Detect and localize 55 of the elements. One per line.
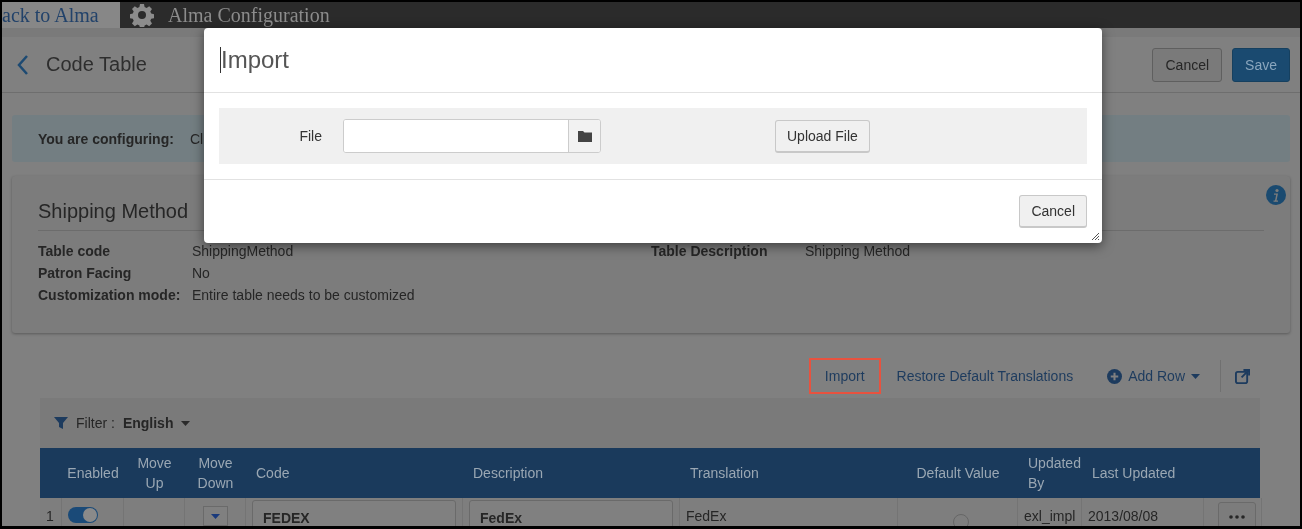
filter-icon[interactable] [54,416,68,430]
column-header: Description [472,464,545,483]
folder-icon [577,130,592,142]
column-header: Updated By [1027,454,1082,493]
file-field[interactable] [343,119,601,153]
field-value: Shipping Method [805,243,912,259]
table-cell: FedEx [686,508,727,524]
field-value: No [192,265,211,281]
column-header: Code [255,464,291,483]
ellipsis-icon [1229,515,1245,519]
field-label: Patron Facing [38,265,133,281]
table-cell: 2013/08/08 [1088,508,1159,524]
column-header: Default Value [915,464,1001,483]
column-header: Translation [689,464,760,483]
toolbar-link[interactable]: Restore Default Translations [880,358,1090,394]
cancel-button[interactable]: Cancel [1152,47,1223,82]
row-number: 1 [40,498,62,526]
add-row-button[interactable]: Add Row [1089,360,1221,392]
back-icon[interactable] [16,53,30,76]
more-button[interactable] [1218,502,1256,526]
move-down-button[interactable] [203,506,228,526]
caret-icon[interactable] [181,420,191,426]
code-field[interactable]: FEDEX [252,500,456,526]
column-header: Enabled [66,464,120,483]
banner-value: Cl [190,130,204,147]
column-header: Move Down [196,454,235,493]
field-label: Table Description [651,243,769,259]
description-field[interactable]: FedEx [469,500,673,526]
caret-icon [211,513,220,519]
cancel-button[interactable]: Cancel [1019,195,1087,228]
field-value: ShippingMethod [192,243,295,259]
banner-label: You are configuring: [38,130,175,147]
column-header: Last Updated [1091,464,1177,483]
save-button[interactable]: Save [1232,47,1290,82]
plus-icon [1107,368,1123,384]
upload-file-button[interactable]: Upload File [775,119,870,153]
resize-grip-icon[interactable] [1091,232,1099,240]
field-value: Entire table needs to be customized [192,287,416,303]
caret-icon [1191,373,1200,379]
table-cell: exl_impl [1024,508,1076,524]
filter-label: Filter : [76,415,115,431]
page-title: Code Table [46,53,147,76]
enabled-toggle[interactable] [68,507,98,523]
browse-button[interactable] [568,120,600,152]
back-link[interactable]: ack to Alma [2,4,120,28]
section-title: Alma Configuration [168,4,330,26]
filter-value[interactable]: English [122,415,174,431]
info-icon[interactable] [1266,185,1286,205]
highlighted-link[interactable]: Import [808,358,881,394]
file-label: File [298,128,322,144]
field-label: Customization mode: [38,287,182,303]
column-header: Move Up [136,454,173,493]
dialog-title: Import [220,47,289,73]
field-label: Table code [38,243,112,259]
external-link-icon[interactable] [1235,368,1250,384]
